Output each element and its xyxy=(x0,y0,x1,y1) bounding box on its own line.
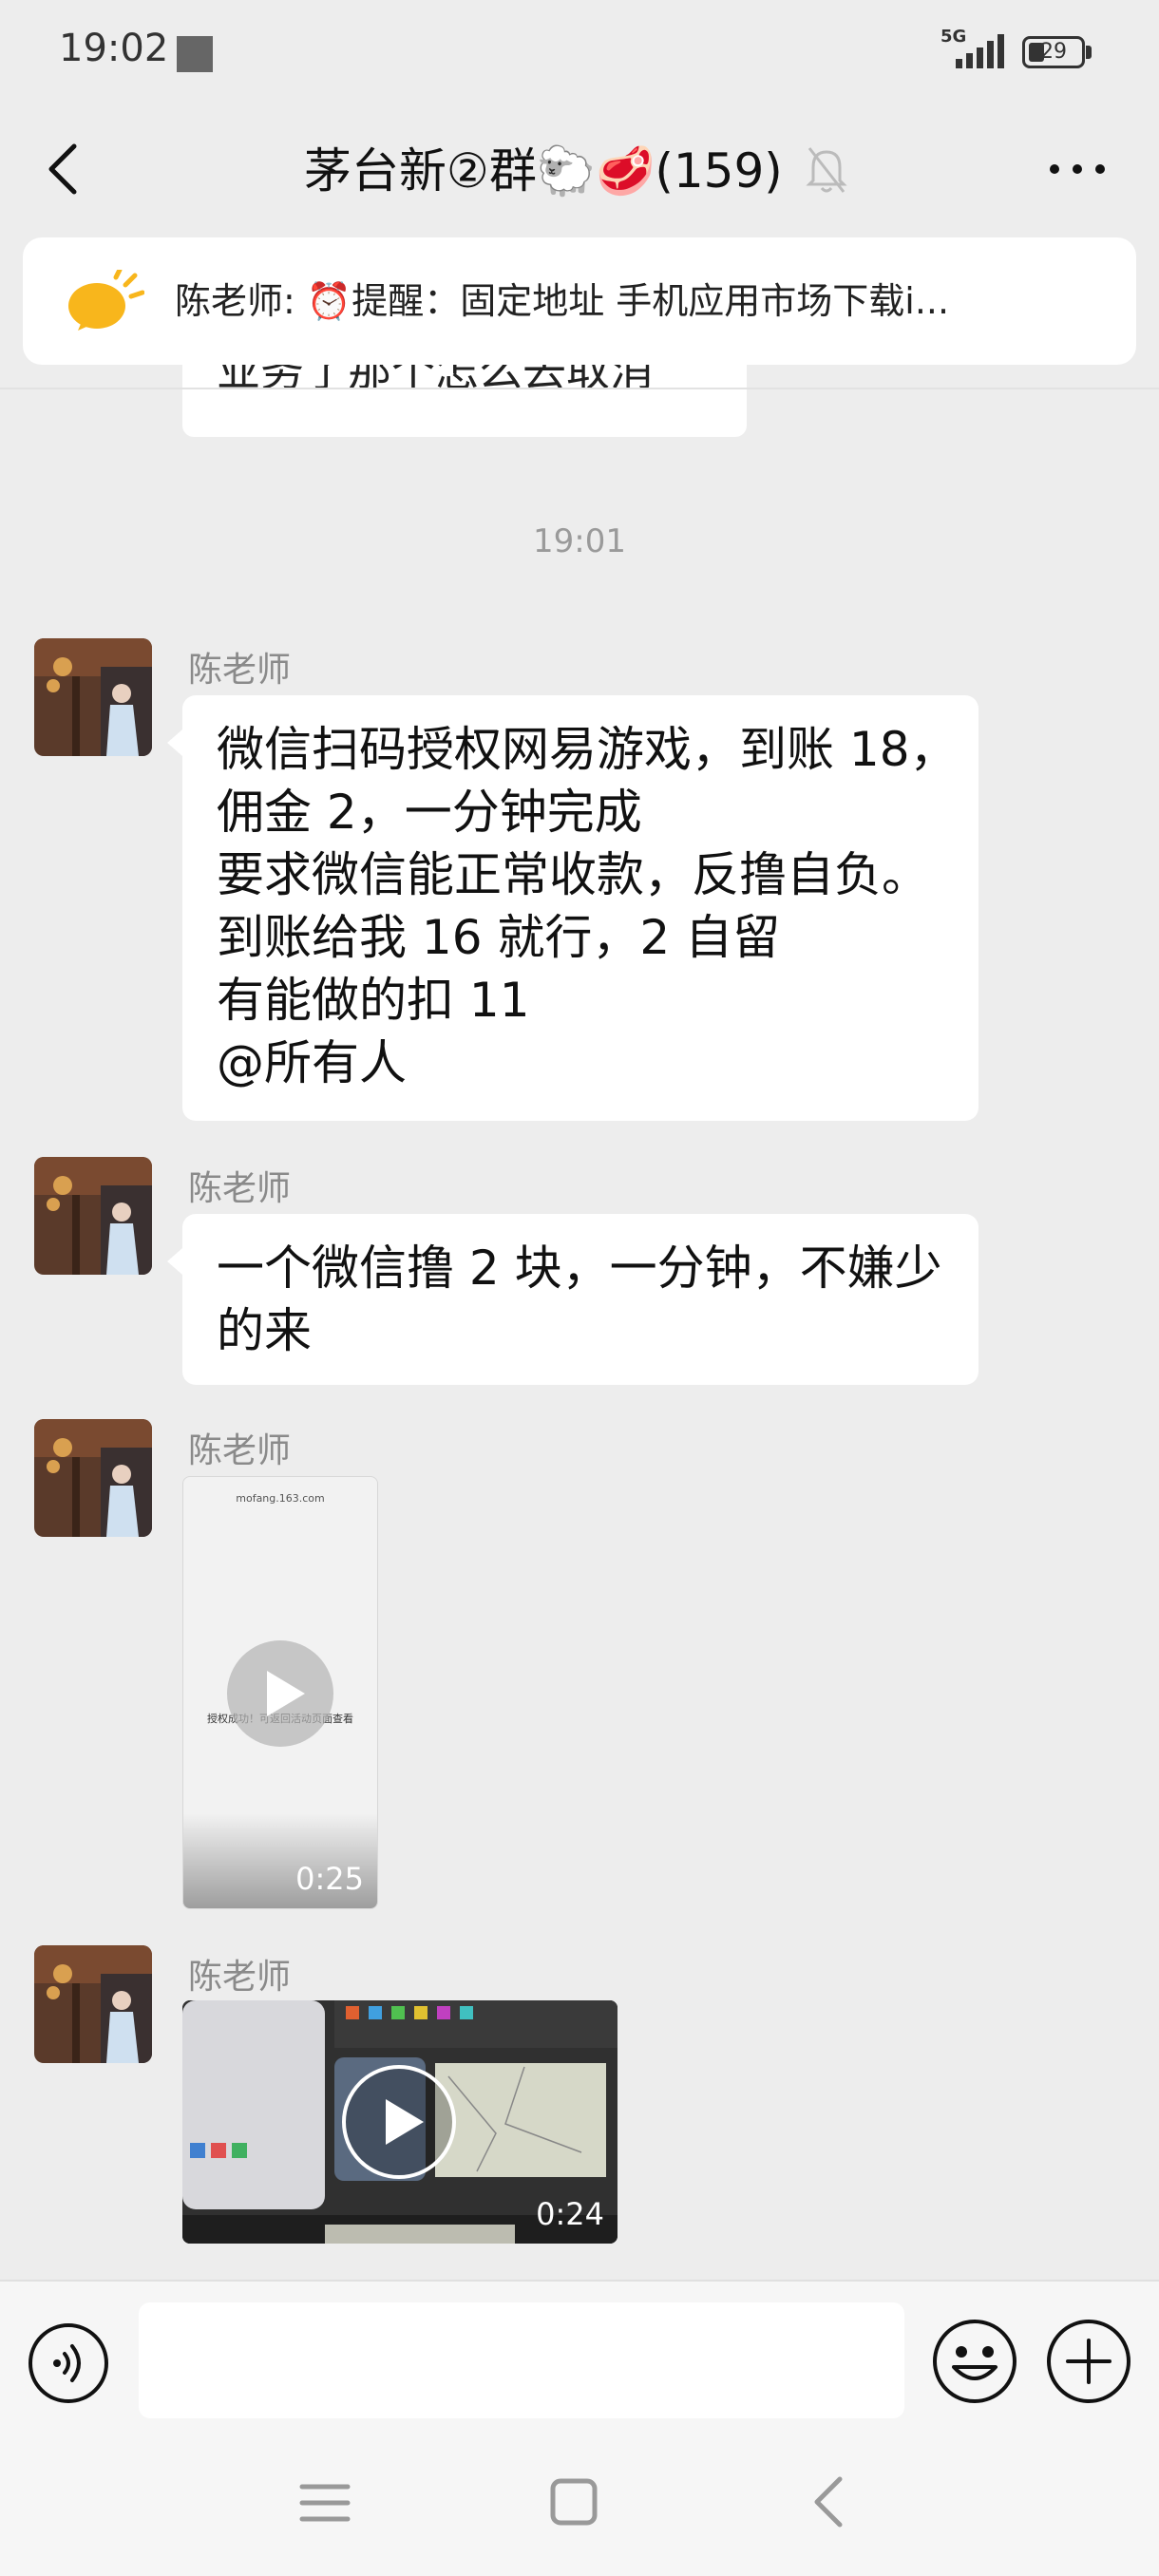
home-icon[interactable] xyxy=(549,2477,598,2527)
video-message[interactable]: mofang.163.com 授权成功！可返回活动页面查看 0:25 xyxy=(182,1476,378,1909)
message-text-line: 要求微信能正常收款，反撸自负。 xyxy=(217,847,929,902)
megaphone-icon xyxy=(68,270,144,331)
signal-icon xyxy=(956,34,1004,68)
video-message[interactable]: 0:24 xyxy=(182,2000,618,2244)
voice-icon[interactable] xyxy=(27,2321,110,2405)
partial-message-bubble: 业务了那个怎么去取消 xyxy=(182,361,747,437)
message-timestamp: 19:01 xyxy=(533,522,626,560)
avatar[interactable] xyxy=(34,638,152,756)
message-input[interactable] xyxy=(139,2302,904,2418)
plus-icon[interactable] xyxy=(1045,2318,1132,2405)
battery-icon: 29 xyxy=(1022,36,1085,68)
notification-icon xyxy=(177,36,213,72)
video-duration: 0:25 xyxy=(295,1861,364,1897)
partial-message-text: 业务了那个怎么去取消 xyxy=(217,361,654,396)
chat-title: 茅台新②群🐑🥩(159) xyxy=(304,143,783,199)
play-icon[interactable] xyxy=(340,2063,458,2181)
play-icon[interactable] xyxy=(225,1638,335,1749)
chevron-left-icon[interactable] xyxy=(36,131,93,207)
pinned-text: 陈老师: ⏰提醒：固定地址 手机应用市场下载i... xyxy=(175,280,950,322)
avatar[interactable] xyxy=(34,1157,152,1275)
sender-name: 陈老师 xyxy=(188,1958,292,1997)
message-text-line: 到账给我 16 就行，2 自留 xyxy=(217,910,781,965)
divider xyxy=(0,388,1159,389)
message-text-line: @所有人 xyxy=(217,1035,407,1090)
back-triangle-icon[interactable] xyxy=(809,2473,847,2530)
sender-name: 陈老师 xyxy=(188,651,292,690)
video-url-text: mofang.163.com xyxy=(236,1492,325,1505)
pinned-announcement[interactable]: 陈老师: ⏰提醒：固定地址 手机应用市场下载i... xyxy=(23,237,1136,365)
more-dots-icon[interactable] xyxy=(1043,142,1112,196)
bell-off-icon xyxy=(806,147,847,193)
message-bubble[interactable]: 微信扫码授权网易游戏，到账 18， 佣金 2，一分钟完成 要求微信能正常收款，反… xyxy=(167,695,978,1121)
status-time: 19:02 xyxy=(59,27,169,70)
menu-icon[interactable] xyxy=(296,2479,353,2527)
sender-name: 陈老师 xyxy=(188,1169,292,1208)
message-text-line: 微信扫码授权网易游戏，到账 18， xyxy=(217,722,958,777)
emoji-icon[interactable] xyxy=(931,2318,1018,2405)
message-text-line: 佣金 2，一分钟完成 xyxy=(217,785,642,840)
message-bubble[interactable]: 一个微信撸 2 块，一分钟，不嫌少 的来 xyxy=(167,1214,978,1385)
avatar[interactable] xyxy=(34,1945,152,2063)
avatar[interactable] xyxy=(34,1419,152,1537)
message-text-line: 有能做的扣 11 xyxy=(217,973,530,1028)
battery-percent: 29 xyxy=(1040,40,1067,64)
sender-name: 陈老师 xyxy=(188,1431,292,1470)
message-text-line: 的来 xyxy=(217,1303,312,1358)
message-text-line: 一个微信撸 2 块，一分钟，不嫌少 xyxy=(217,1241,942,1296)
video-duration: 0:24 xyxy=(536,2196,604,2232)
battery-tip xyxy=(1086,46,1092,59)
